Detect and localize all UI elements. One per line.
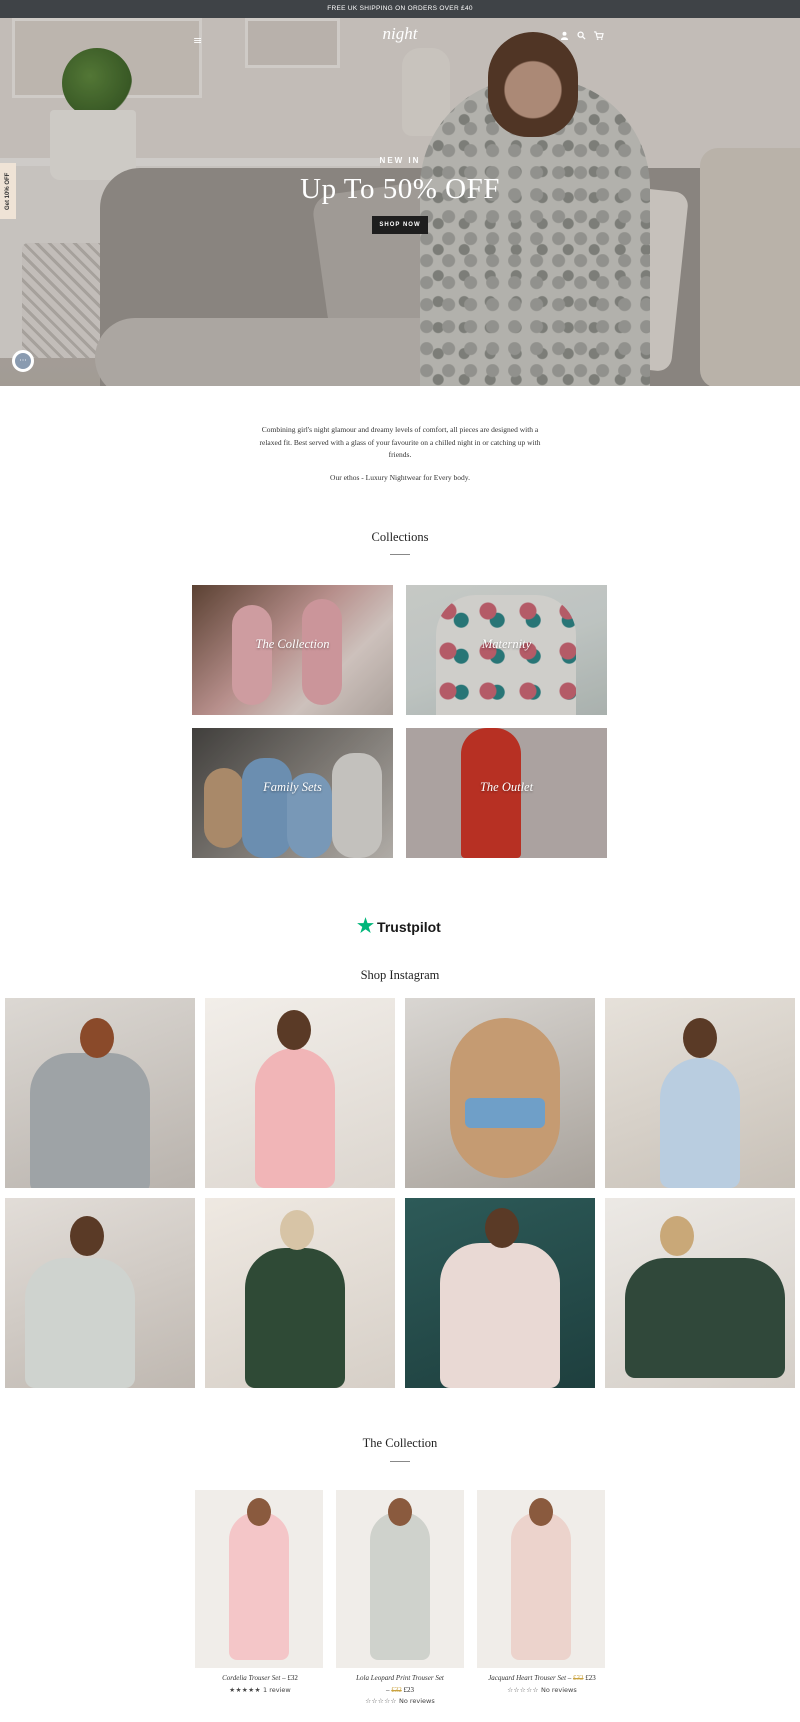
- trustpilot-label: Trustpilot: [377, 918, 441, 935]
- cart-icon[interactable]: [594, 31, 604, 43]
- instagram-title: Shop Instagram: [360, 968, 440, 982]
- rating-stars: ★★★★★: [229, 1686, 261, 1694]
- collection-tile-the-collection[interactable]: The Collection: [192, 585, 393, 715]
- header-icons: [560, 31, 604, 43]
- review-count: No reviews: [540, 1686, 577, 1694]
- menu-icon[interactable]: ≡: [193, 34, 202, 47]
- product-figure-head: [388, 1498, 412, 1526]
- post-figure-head: [660, 1216, 694, 1256]
- product-title[interactable]: Cordelia Trouser Set – £32: [180, 1674, 340, 1682]
- instagram-post[interactable]: [405, 1198, 595, 1388]
- rating-stars: ☆☆☆☆☆: [507, 1686, 539, 1694]
- person-icon[interactable]: [560, 31, 569, 43]
- discount-side-tab[interactable]: Get 10% OFF: [0, 163, 16, 219]
- product-name: Lola Leopard Print Trouser Set: [356, 1674, 444, 1682]
- chat-bubble-icon[interactable]: ···: [12, 350, 34, 372]
- product-card-image[interactable]: [477, 1490, 605, 1668]
- intro-text: Combining girl's night glamour and dream…: [259, 425, 541, 459]
- instagram-post[interactable]: [5, 1198, 195, 1388]
- instagram-post[interactable]: [205, 1198, 395, 1388]
- instagram-post[interactable]: [405, 998, 595, 1188]
- instagram-post[interactable]: [605, 1198, 795, 1388]
- post-figure-head: [80, 1018, 114, 1058]
- post-figure: [625, 1258, 785, 1378]
- instagram-post[interactable]: [205, 998, 395, 1188]
- product-title[interactable]: Jacquard Heart Trouser Set – £32 £23: [460, 1674, 624, 1682]
- collection-tile-label: Family Sets: [263, 780, 322, 794]
- product-card-image[interactable]: [336, 1490, 464, 1668]
- instagram-post[interactable]: [5, 998, 195, 1188]
- rating-stars: ☆☆☆☆☆: [365, 1697, 397, 1705]
- post-bandana: [465, 1098, 545, 1128]
- product-reviews: ☆☆☆☆☆ No reviews: [320, 1697, 480, 1705]
- product-old-price: £32: [573, 1674, 584, 1682]
- post-figure-head: [70, 1216, 104, 1256]
- product-reviews: ★★★★★ 1 review: [180, 1686, 340, 1694]
- announcement-text: FREE UK SHIPPING ON ORDERS OVER £40: [327, 5, 473, 12]
- collection-tile-the-outlet[interactable]: The Outlet: [406, 728, 607, 858]
- collection-tile-maternity[interactable]: Maternity: [406, 585, 607, 715]
- product-figure: [370, 1512, 430, 1660]
- product-price: £23: [403, 1686, 415, 1694]
- review-count: No reviews: [398, 1697, 435, 1705]
- post-figure-head: [277, 1010, 311, 1050]
- post-figure: [440, 1243, 560, 1388]
- product-price: £32: [287, 1674, 298, 1682]
- section-divider: [390, 1461, 410, 1462]
- section-divider: [390, 554, 410, 555]
- product-figure-head: [247, 1498, 271, 1526]
- product-figure: [511, 1512, 571, 1660]
- hero-title: Up To 50% OFF: [300, 173, 500, 205]
- post-figure: [255, 1048, 335, 1188]
- search-icon[interactable]: [577, 31, 586, 43]
- ethos-text: Our ethos - Luxury Nightwear for Every b…: [330, 473, 470, 482]
- trustpilot-widget[interactable]: ★ Trustpilot: [357, 917, 441, 936]
- post-figure: [245, 1248, 345, 1388]
- post-figure: [30, 1053, 150, 1188]
- collection-tile-family-sets[interactable]: Family Sets: [192, 728, 393, 858]
- collections-title: Collections: [371, 530, 429, 544]
- post-figure: [660, 1058, 740, 1188]
- collection-tile-label: The Collection: [255, 637, 330, 651]
- post-figure-head: [280, 1210, 314, 1250]
- product-reviews: ☆☆☆☆☆ No reviews: [460, 1686, 624, 1694]
- product-figure: [229, 1512, 289, 1660]
- collection-tile-label: The Outlet: [479, 780, 534, 794]
- post-figure: [25, 1258, 135, 1388]
- hero-banner[interactable]: ≡ night NEW IN Up To 50% OFF SHOP NOW Ge…: [0, 18, 800, 386]
- product-figure-head: [529, 1498, 553, 1526]
- trustpilot-star-icon: ★: [357, 916, 375, 937]
- instagram-post[interactable]: [605, 998, 795, 1188]
- hero-subtitle: NEW IN: [379, 156, 421, 165]
- product-old-price: £32: [391, 1686, 402, 1694]
- product-name: Jacquard Heart Trouser Set: [488, 1674, 567, 1682]
- the-collection-title: The Collection: [362, 1436, 438, 1450]
- post-figure-head: [683, 1018, 717, 1058]
- collection-tile-label: Maternity: [481, 637, 532, 651]
- product-card-image[interactable]: [195, 1490, 323, 1668]
- shop-now-button[interactable]: SHOP NOW: [372, 216, 428, 234]
- post-figure-head: [485, 1208, 519, 1248]
- site-logo[interactable]: night: [340, 24, 460, 44]
- product-name: Cordelia Trouser Set: [222, 1674, 281, 1682]
- announcement-bar: FREE UK SHIPPING ON ORDERS OVER £40: [0, 0, 800, 18]
- product-title[interactable]: Lola Leopard Print Trouser Set: [320, 1674, 480, 1682]
- review-count: 1 review: [263, 1686, 291, 1694]
- product-price: £23: [585, 1674, 596, 1682]
- product-price-line: – £32 £23: [386, 1686, 415, 1694]
